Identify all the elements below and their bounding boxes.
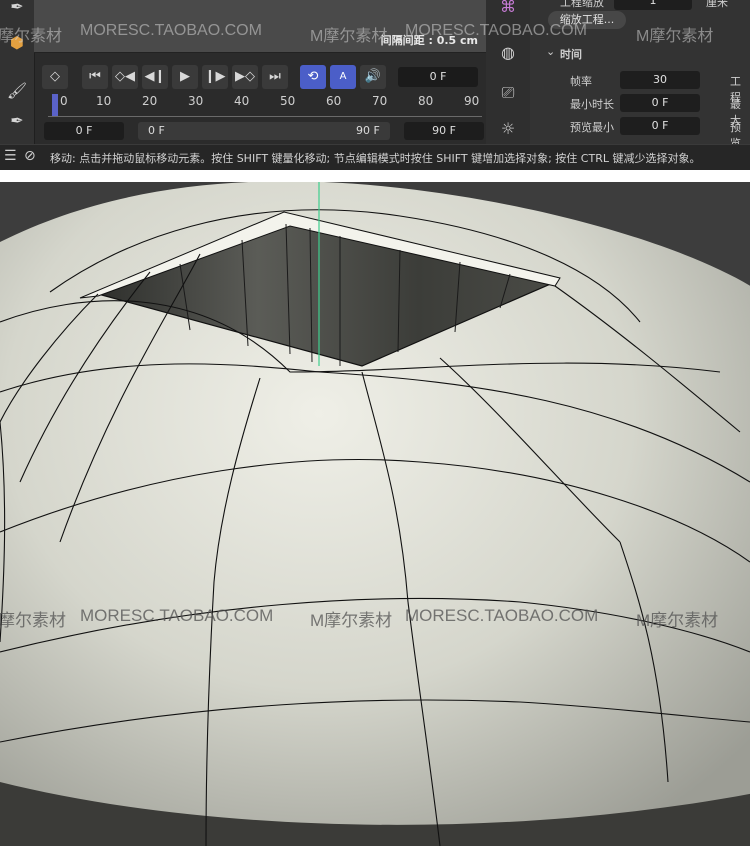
go-to-end-icon[interactable]: ⏭ bbox=[262, 65, 288, 89]
fps-label: 帧率 bbox=[570, 75, 592, 88]
go-to-start-icon[interactable]: ⏮ bbox=[82, 65, 108, 89]
light-icon[interactable]: ☼ bbox=[495, 116, 521, 142]
timeline-ruler[interactable]: 0 10 20 30 40 50 60 70 80 90 bbox=[44, 92, 486, 118]
preview-min-field[interactable]: 0 F bbox=[620, 117, 700, 135]
project-scale-unit[interactable]: 厘米 bbox=[706, 0, 728, 10]
mesh-render bbox=[0, 182, 750, 846]
tick-label: 60 bbox=[326, 94, 342, 108]
project-scale-label: 工程缩放 bbox=[560, 0, 604, 9]
range-min-field[interactable]: 0 F bbox=[138, 122, 390, 140]
menu-icon[interactable]: ☰ bbox=[4, 148, 17, 164]
auto-key-button[interactable]: A bbox=[330, 65, 356, 89]
collapse-chevron-icon[interactable]: ⌄ bbox=[546, 45, 555, 58]
camera-icon[interactable]: ⎚ bbox=[495, 80, 521, 106]
min-time-field[interactable]: 0 F bbox=[620, 94, 700, 112]
range-start-field[interactable]: 0 F bbox=[44, 122, 124, 140]
tick-label: 0 bbox=[60, 94, 68, 108]
play-icon[interactable]: ▶ bbox=[172, 65, 198, 89]
next-frame-icon[interactable]: ❙▶ bbox=[202, 65, 228, 89]
watermark: MORESC.TAOBAO.COM bbox=[80, 22, 262, 39]
range-end-field[interactable]: 90 F bbox=[404, 122, 484, 140]
watermark: MORESC.TAOBAO.COM bbox=[405, 606, 599, 625]
watermark: 摩尔素材 bbox=[0, 28, 63, 45]
sound-icon[interactable]: 🔊 bbox=[360, 65, 386, 89]
watermark: 摩尔素材 bbox=[0, 611, 66, 630]
tick-label: 70 bbox=[372, 94, 388, 108]
watermark: M摩尔素材 bbox=[636, 28, 714, 45]
fps-field[interactable]: 30 bbox=[620, 71, 700, 89]
pen-tool-icon[interactable]: ✒ bbox=[4, 0, 30, 20]
watermark: M摩尔素材 bbox=[310, 28, 388, 45]
ruler-scale bbox=[48, 110, 482, 117]
tick-label: 30 bbox=[188, 94, 204, 108]
tick-label: 10 bbox=[96, 94, 112, 108]
preview-min-label: 预览最小 bbox=[570, 121, 614, 134]
cinema4d-ui: ✒ ⬢ 🖌 ✒ 间隔间距 : 0.5 cm ◇ ⏮ ◇◀ ◀❙ ▶ ❙▶ ▶◇ … bbox=[0, 0, 750, 170]
check-circle-icon: ⊘ bbox=[24, 148, 36, 164]
sky-globe-icon[interactable]: ◍ bbox=[495, 40, 521, 66]
cloner-icon[interactable]: ⌘ bbox=[495, 0, 521, 20]
watermark: MORESC.TAOBAO.COM bbox=[405, 22, 587, 39]
tick-label: 50 bbox=[280, 94, 296, 108]
tick-label: 40 bbox=[234, 94, 250, 108]
time-section-header[interactable]: 时间 bbox=[560, 46, 582, 62]
project-scale-field[interactable]: 1 bbox=[614, 0, 692, 10]
watermark: M摩尔素材 bbox=[310, 611, 393, 630]
keyframe-diamond-icon[interactable]: ◇ bbox=[42, 65, 68, 89]
current-frame-field[interactable]: 0 F bbox=[398, 67, 478, 87]
prev-frame-icon[interactable]: ◀❙ bbox=[142, 65, 168, 89]
watermark: MORESC.TAOBAO.COM bbox=[80, 606, 274, 625]
status-bar: ☰ ⊘ 移动: 点击并拖动鼠标移动元素。按住 SHIFT 键量化移动; 节点编辑… bbox=[0, 144, 750, 170]
next-key-icon[interactable]: ▶◇ bbox=[232, 65, 258, 89]
tick-label: 80 bbox=[418, 94, 434, 108]
min-time-label: 最小时长 bbox=[570, 98, 614, 111]
pen-spline-icon[interactable]: ✒ bbox=[4, 108, 30, 134]
prev-key-icon[interactable]: ◇◀ bbox=[112, 65, 138, 89]
transport-controls: ◇ ⏮ ◇◀ ◀❙ ▶ ❙▶ ▶◇ ⏭ ⟲ A 🔊 0 F bbox=[34, 62, 486, 92]
preview-range: 0 F 0 F 90 F 90 F bbox=[34, 120, 486, 142]
3d-viewport[interactable]: 摩尔素材 MORESC.TAOBAO.COM M摩尔素材 MORESC.TAOB… bbox=[0, 182, 750, 846]
watermark: M摩尔素材 bbox=[636, 611, 719, 630]
tick-label: 90 bbox=[464, 94, 480, 108]
range-max-field[interactable]: 90 F bbox=[356, 122, 396, 140]
tick-label: 20 bbox=[142, 94, 158, 108]
loop-icon[interactable]: ⟲ bbox=[300, 65, 326, 89]
status-message: 移动: 点击并拖动鼠标移动元素。按住 SHIFT 键量化移动; 节点编辑模式时按… bbox=[50, 152, 701, 165]
brush-tool-icon[interactable]: 🖌 bbox=[4, 78, 30, 104]
